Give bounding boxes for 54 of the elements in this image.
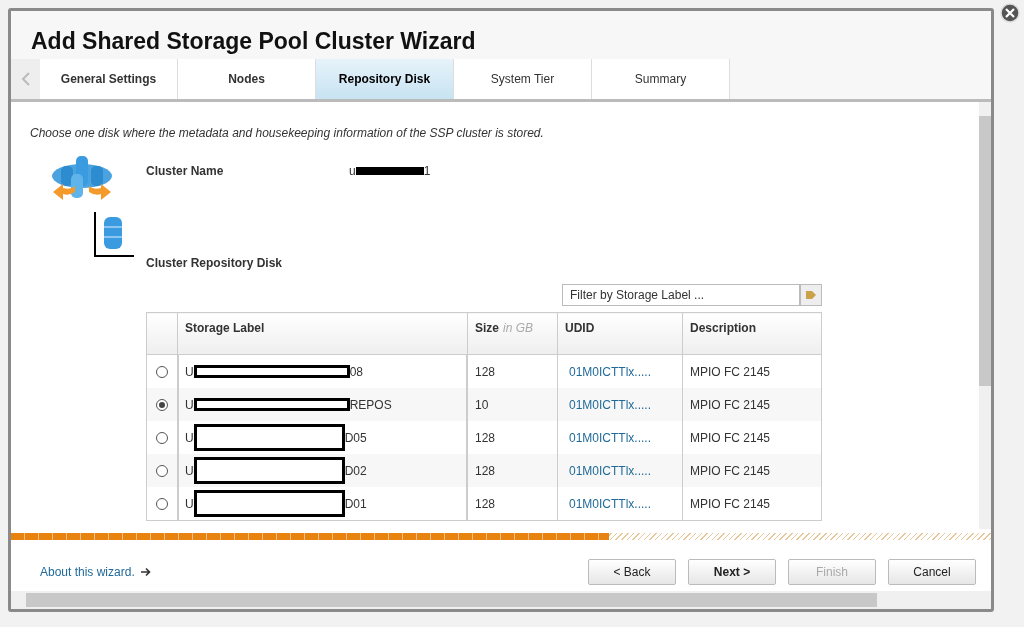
- instruction-text: Choose one disk where the metadata and housekeeping information of the SSP cluster is stored.: [30, 126, 545, 140]
- table-cell: D01: [344, 496, 367, 511]
- udid-link[interactable]: 01M0ICTTlx.....: [565, 496, 651, 511]
- wizard-tab[interactable]: Nodes: [178, 59, 316, 99]
- table-cell: 08: [349, 364, 364, 379]
- radio-button[interactable]: [156, 498, 168, 511]
- table-cell: MPIO FC 2145: [690, 364, 771, 379]
- wizard-tab[interactable]: General Settings: [40, 59, 178, 99]
- radio-button[interactable]: [156, 399, 168, 412]
- radio-button[interactable]: [156, 465, 168, 478]
- table-cell: U: [185, 496, 194, 511]
- table-cell: D05: [344, 430, 367, 445]
- radio-button[interactable]: [156, 432, 168, 445]
- table-cell: 128: [475, 496, 496, 511]
- wizard-button[interactable]: Next >: [688, 559, 776, 585]
- table-cell: U: [185, 463, 194, 478]
- column-header: Storage Label: [177, 312, 468, 355]
- table-cell: 128: [475, 430, 496, 445]
- table-cell: MPIO FC 2145: [690, 496, 771, 511]
- repository-disk-label: Cluster Repository Disk: [146, 256, 284, 270]
- wizard-button[interactable]: Cancel: [888, 559, 976, 585]
- wizard-tab[interactable]: System Tier: [454, 59, 592, 99]
- table-cell: U: [185, 430, 194, 445]
- wizard-tab[interactable]: Summary: [592, 59, 730, 99]
- table-cell: 128: [475, 364, 496, 379]
- horizontal-scrollbar[interactable]: [11, 591, 991, 609]
- window-title: Add Shared Storage Pool Cluster Wizard: [30, 27, 477, 56]
- column-header: Description: [682, 312, 822, 355]
- table-cell: D02: [344, 463, 367, 478]
- column-header: Size in GB: [467, 312, 558, 355]
- column-header: UDID: [557, 312, 683, 355]
- cluster-name-value: 1: [423, 164, 431, 178]
- table-cell: MPIO FC 2145: [690, 430, 771, 445]
- table-cell: U: [185, 397, 194, 412]
- table-cell: 128: [475, 463, 496, 478]
- wizard-button[interactable]: < Back: [588, 559, 676, 585]
- radio-button[interactable]: [156, 366, 168, 379]
- close-icon[interactable]: [1000, 3, 1020, 23]
- table-cell: REPOS: [349, 397, 392, 412]
- table-cell: 10: [475, 397, 489, 412]
- vertical-scrollbar[interactable]: [979, 102, 991, 529]
- udid-link[interactable]: 01M0ICTTlx.....: [565, 430, 651, 445]
- table-cell: U: [185, 364, 194, 379]
- udid-link[interactable]: 01M0ICTTlx.....: [565, 364, 651, 379]
- cluster-name-value: u: [349, 164, 356, 178]
- cluster-name-label: Cluster Name: [146, 164, 225, 178]
- wizard-tab[interactable]: Repository Disk: [316, 59, 454, 99]
- table-cell: MPIO FC 2145: [690, 463, 771, 478]
- arrow-right-icon: [140, 567, 151, 577]
- about-wizard-link[interactable]: About this wizard.: [40, 565, 135, 579]
- filter-field[interactable]: Filter by Storage Label ...: [562, 284, 800, 306]
- table-cell: MPIO FC 2145: [690, 397, 771, 412]
- redaction-bar: [355, 167, 424, 175]
- disk-connector-icon: [94, 212, 134, 258]
